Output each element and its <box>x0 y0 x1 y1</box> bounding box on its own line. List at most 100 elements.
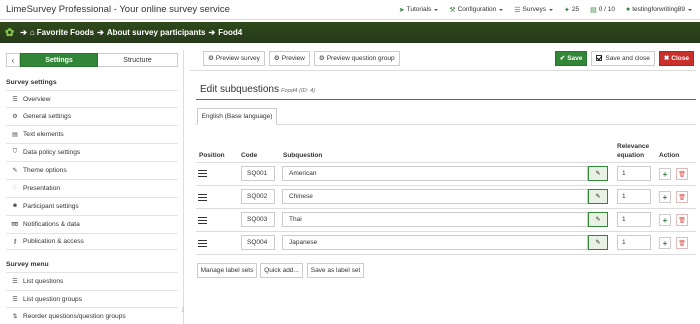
add-subquestion-button[interactable]: + <box>659 237 671 249</box>
subquestion-input[interactable]: Chinese <box>282 189 588 204</box>
drag-handle-icon[interactable] <box>198 217 207 224</box>
header-rule <box>196 162 696 163</box>
users-icon: ☻ <box>11 203 19 209</box>
sidebar-item-notifications[interactable]: ➿ Notifications & data <box>6 215 178 232</box>
sidebar-resize-handle[interactable]: ⁞ <box>182 308 185 314</box>
breadcrumb-question[interactable]: Food4 <box>218 28 242 37</box>
toolbar-right: ✔ Save Save and close ✖ Close <box>554 50 694 66</box>
save-as-label-set-button[interactable]: Save as label set <box>307 263 364 278</box>
toolbar-divider <box>190 70 696 71</box>
surveys-menu[interactable]: ☰ Surveys <box>514 6 554 14</box>
tab-settings[interactable]: Settings <box>20 53 98 67</box>
edit-pencil-button[interactable]: ✎ <box>588 189 608 204</box>
quick-add-button[interactable]: Quick add... <box>260 263 303 278</box>
preview-question-group-button[interactable]: ⚙ Preview question group <box>313 50 400 66</box>
delete-subquestion-button[interactable]: 🗑 <box>676 237 688 249</box>
arrow-right-icon: ➔ <box>97 28 104 37</box>
relevance-input[interactable]: 1 <box>617 189 651 204</box>
survey-settings-title: Survey settings <box>6 79 57 86</box>
sidebar-item-publication[interactable]: ⚷ Publication & access <box>6 233 178 250</box>
page-title: Edit subquestions Food4 (ID: 4) <box>200 84 316 95</box>
header-subquestion: Subquestion <box>283 152 323 159</box>
add-subquestion-button[interactable]: + <box>659 214 671 226</box>
code-input[interactable]: SQ002 <box>241 189 275 204</box>
tab-structure[interactable]: Structure <box>98 53 178 67</box>
subquestion-input[interactable]: Thai <box>282 212 588 227</box>
sidebar-item-reorder[interactable]: ⇅ Reorder questions/question groups <box>6 307 178 324</box>
user-menu[interactable]: ● testingforwriting89 <box>626 6 692 13</box>
trash-icon: 🗑 <box>678 217 686 224</box>
list-icon: ☰ <box>514 6 521 14</box>
relevance-input[interactable]: 1 <box>617 166 651 181</box>
checkbox-icon <box>596 55 603 61</box>
drag-handle-icon[interactable] <box>198 194 207 201</box>
breadcrumb-group[interactable]: About survey participants <box>107 28 206 37</box>
feed-icon: ➿ <box>11 221 19 228</box>
sidebar-tabs: ‹ Settings Structure <box>6 53 178 67</box>
breadcrumb-survey[interactable]: Favorite Foods <box>37 28 94 37</box>
preview-button[interactable]: ⚙ Preview <box>268 50 310 66</box>
preview-survey-button[interactable]: ⚙ Preview survey <box>203 50 265 66</box>
sidebar-item-data-policy[interactable]: ⛉ Data policy settings <box>6 143 178 160</box>
tutorials-menu[interactable]: ➤ Tutorials <box>399 6 439 14</box>
sidebar-item-presentation[interactable]: ◌ Presentation <box>6 179 178 196</box>
pencil-icon: ✎ <box>595 217 601 223</box>
edit-pencil-button[interactable]: ✎ <box>588 212 608 227</box>
wrench-icon: ⚒ <box>449 6 456 14</box>
pencil-icon: ✎ <box>595 194 601 200</box>
sidebar-item-theme-options[interactable]: ✎ Theme options <box>6 161 178 178</box>
caret-down-icon <box>499 8 504 11</box>
trash-icon: 🗑 <box>678 171 686 178</box>
delete-subquestion-button[interactable]: 🗑 <box>676 191 688 203</box>
relevance-input[interactable]: 1 <box>617 235 651 250</box>
sidebar-item-general-settings[interactable]: ⚙ General settings <box>6 107 178 124</box>
code-input[interactable]: SQ004 <box>241 235 275 250</box>
plus-icon: + <box>662 169 668 179</box>
configuration-menu[interactable]: ⚒ Configuration <box>449 6 504 14</box>
save-and-close-button[interactable]: Save and close <box>591 50 655 66</box>
code-input[interactable]: SQ001 <box>241 166 275 181</box>
plus-icon: + <box>662 215 668 225</box>
sidebar-item-text-elements[interactable]: ▤ Text elements <box>6 125 178 142</box>
manage-label-sets-button[interactable]: Manage label sets <box>197 263 257 278</box>
toolbar: ⚙ Preview survey ⚙ Preview ⚙ Preview questi… <box>190 50 694 66</box>
check-icon: ✔ <box>559 55 566 62</box>
relevance-input[interactable]: 1 <box>617 212 651 227</box>
sidebar-item-overview[interactable]: ☰ Overview <box>6 90 178 107</box>
file-text-icon: ▤ <box>12 131 18 138</box>
header-relevance-line2: equation <box>617 152 645 159</box>
top-navbar: LimeSurvey Professional - Your online su… <box>0 0 700 20</box>
quota-link[interactable]: ▤ 0 / 10 <box>590 6 615 14</box>
caret-down-icon <box>434 8 439 11</box>
close-button[interactable]: ✖ Close <box>658 50 694 66</box>
chevron-left-icon: ‹ <box>11 55 15 65</box>
header-code: Code <box>241 152 258 159</box>
sidebar-item-participant-settings[interactable]: ☻ Participant settings <box>6 197 178 214</box>
add-subquestion-button[interactable]: + <box>659 191 671 203</box>
delete-subquestion-button[interactable]: 🗑 <box>676 168 688 180</box>
subquestion-input[interactable]: Japanese <box>282 235 588 250</box>
brand-title[interactable]: LimeSurvey Professional - Your online su… <box>6 4 230 15</box>
collapse-sidebar-button[interactable]: ‹ <box>6 53 20 67</box>
subquestion-input[interactable]: American <box>282 166 588 181</box>
cog-icon: ⚙ <box>208 55 214 62</box>
drag-handle-icon[interactable] <box>198 240 207 247</box>
home-icon[interactable]: ⌂ <box>30 28 35 37</box>
sidebar: ‹ Settings Structure Survey settings ☰ Ov… <box>0 50 184 324</box>
header-position: Position <box>199 152 225 159</box>
limesurvey-logo-icon[interactable]: ✿ <box>5 26 14 39</box>
save-button[interactable]: ✔ Save <box>554 50 588 66</box>
add-subquestion-button[interactable]: + <box>659 168 671 180</box>
sidebar-item-list-question-groups[interactable]: ☰ List question groups <box>6 290 178 307</box>
code-input[interactable]: SQ003 <box>241 212 275 227</box>
header-action: Action <box>659 152 680 159</box>
sidebar-item-list-questions[interactable]: ☰ List questions <box>6 272 178 289</box>
edit-pencil-button[interactable]: ✎ <box>588 235 608 250</box>
edit-pencil-button[interactable]: ✎ <box>588 166 608 181</box>
drag-handle-icon[interactable] <box>198 170 207 177</box>
row-rule <box>196 208 696 209</box>
responses-link[interactable]: ✦ 25 <box>564 6 579 14</box>
tab-language-english[interactable]: English (Base language) <box>197 108 277 125</box>
close-icon: ✖ <box>663 55 670 62</box>
delete-subquestion-button[interactable]: 🗑 <box>676 214 688 226</box>
